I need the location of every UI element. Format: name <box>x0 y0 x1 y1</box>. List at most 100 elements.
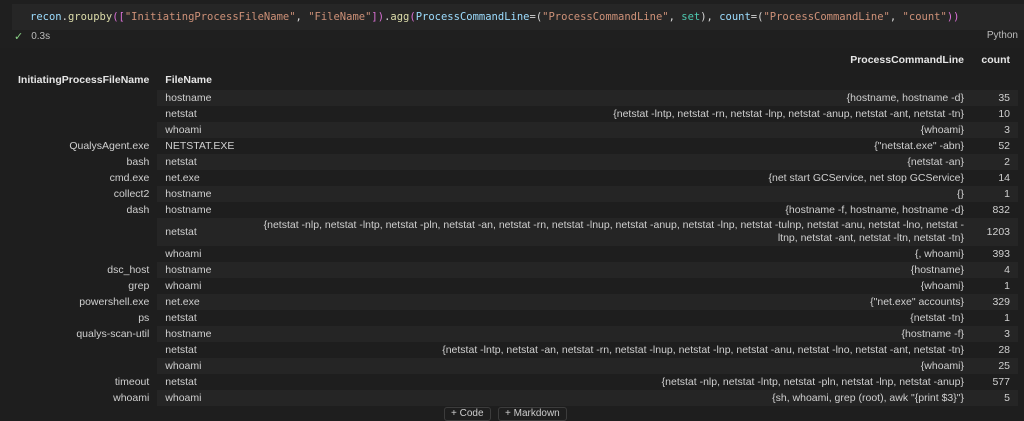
dataframe-table: ProcessCommandLine count InitiatingProce… <box>10 50 1018 406</box>
count-cell: 10 <box>998 107 1010 120</box>
index-level-1: whoami <box>165 391 202 404</box>
code-token: , <box>668 11 682 23</box>
language-label[interactable]: Python <box>987 30 1018 41</box>
count-cell: 832 <box>992 203 1010 216</box>
count-cell: 1 <box>1004 279 1010 292</box>
index-level-0: QualysAgent.exe <box>10 138 158 154</box>
process-command-line-cell: {sh, whoami, grep (root), awk "{print $3… <box>772 391 964 404</box>
table-row: ps netstat {netstat -tn} 1 <box>10 310 1018 326</box>
code-cell[interactable]: recon.groupby(["InitiatingProcessFileNam… <box>0 0 1024 48</box>
index-level-1: netstat <box>165 107 197 120</box>
index-level-0 <box>10 246 158 262</box>
add-code-button[interactable]: + Code <box>444 407 491 421</box>
code-token: agg <box>390 11 410 23</box>
count-cell: 25 <box>998 359 1010 372</box>
index-level-0: collect2 <box>10 186 158 202</box>
count-cell: 28 <box>998 343 1010 356</box>
index-level-0: dsc_host <box>10 262 158 278</box>
index-level-1: hostname <box>165 91 212 104</box>
index-level-0: dash <box>10 202 158 218</box>
index-level-1: netstat <box>165 155 197 168</box>
code-token: "ProcessCommandLine" <box>763 11 890 23</box>
count-cell: 1 <box>1004 187 1010 200</box>
code-line[interactable]: recon.groupby(["InitiatingProcessFileNam… <box>30 11 959 23</box>
table-body: hostname {hostname, hostname -d} 35 netstat… <box>10 90 1018 406</box>
count-cell: 1 <box>1004 311 1010 324</box>
code-token: groupby <box>67 11 113 23</box>
code-token: recon <box>30 11 62 23</box>
execution-time: 0.3s <box>31 30 51 42</box>
add-markdown-button[interactable]: + Markdown <box>498 407 567 421</box>
table-row: collect2 hostname {} 1 <box>10 186 1018 202</box>
index-level-0: grep <box>10 278 158 294</box>
index-level-0 <box>10 106 158 122</box>
index-level-0: bash <box>10 154 158 170</box>
code-token: "InitiatingProcessFileName" <box>124 11 296 23</box>
code-token: =( <box>750 11 764 23</box>
table-row: grep whoami {whoami} 1 <box>10 278 1018 294</box>
process-command-line-cell: {whoami} <box>920 123 964 136</box>
table-row: hostname {hostname, hostname -d} 35 <box>10 90 1018 106</box>
index-level-1: hostname <box>165 327 212 340</box>
index-name: FileName <box>165 74 212 86</box>
count-cell: 329 <box>992 295 1010 308</box>
table-row: whoami {whoami} 3 <box>10 122 1018 138</box>
table-row: qualys-scan-util hostname {hostname -f} 3 <box>10 326 1018 342</box>
code-token: "FileName" <box>308 11 372 23</box>
index-level-1: whoami <box>165 279 202 292</box>
code-token: ]) <box>371 11 385 23</box>
count-cell: 393 <box>992 247 1010 260</box>
process-command-line-cell: {netstat -tn} <box>910 311 964 324</box>
process-command-line-cell: {netstat -nlp, netstat -lntp, netstat -p… <box>661 375 964 388</box>
code-token: , <box>295 11 309 23</box>
table-row: whoami whoami {sh, whoami, grep (root), aw… <box>10 390 1018 406</box>
index-level-1: netstat <box>165 343 197 356</box>
check-icon: ✓ <box>14 30 24 43</box>
process-command-line-cell: {whoami} <box>920 279 964 292</box>
index-name-row: InitiatingProcessFileName FileName <box>10 70 1018 90</box>
index-level-0: qualys-scan-util <box>10 326 158 342</box>
process-command-line-cell: {, whoami} <box>914 247 964 260</box>
count-cell: 3 <box>1004 327 1010 340</box>
table-row: dsc_host hostname {hostname} 4 <box>10 262 1018 278</box>
index-level-0 <box>10 342 158 358</box>
table-row: netstat {netstat -lntp, netstat -an, nets… <box>10 342 1018 358</box>
index-level-0 <box>10 218 158 246</box>
process-command-line-cell: {whoami} <box>920 359 964 372</box>
code-token: count <box>719 11 751 23</box>
code-token: ([ <box>112 11 125 23</box>
code-token: "count" <box>902 11 947 23</box>
code-token: set <box>681 11 701 23</box>
table-row: netstat {netstat -lntp, netstat -rn, nets… <box>10 106 1018 122</box>
process-command-line-cell: {netstat -an} <box>907 155 964 168</box>
process-command-line-cell: {netstat -nlp, netstat -lntp, netstat -p… <box>263 219 964 244</box>
count-cell: 1203 <box>986 225 1010 238</box>
output-table-container: ProcessCommandLine count InitiatingProce… <box>10 50 1018 406</box>
column-header: count <box>981 54 1010 66</box>
index-level-1: net.exe <box>165 171 200 184</box>
table-row: cmd.exe net.exe {net start GCService, net … <box>10 170 1018 186</box>
index-level-0: timeout <box>10 374 158 390</box>
process-command-line-cell: {} <box>956 187 964 200</box>
count-cell: 14 <box>998 171 1010 184</box>
table-row: powershell.exe net.exe {"net.exe" accounts… <box>10 294 1018 310</box>
column-header-row: ProcessCommandLine count <box>10 50 1018 70</box>
column-header <box>10 50 157 70</box>
process-command-line-cell: {"netstat.exe" -abn} <box>874 139 964 152</box>
process-command-line-cell: {net start GCService, net stop GCService… <box>768 171 964 184</box>
index-level-0: powershell.exe <box>10 294 158 310</box>
index-level-1: netstat <box>165 375 197 388</box>
column-header: ProcessCommandLine <box>850 54 964 66</box>
process-command-line-cell: {hostname -f} <box>901 327 964 340</box>
index-level-0 <box>10 90 158 106</box>
index-level-0: whoami <box>10 390 158 406</box>
execution-status: ✓ 0.3s <box>14 29 50 43</box>
table-row: whoami {whoami} 25 <box>10 358 1018 374</box>
process-command-line-cell: {hostname -f, hostname, hostname -d} <box>785 203 964 216</box>
count-cell: 3 <box>1004 123 1010 136</box>
index-level-1: NETSTAT.EXE <box>165 139 235 152</box>
table-row: netstat {netstat -nlp, netstat -lntp, net… <box>10 218 1018 246</box>
count-cell: 4 <box>1004 263 1010 276</box>
count-cell: 577 <box>992 375 1010 388</box>
code-token: =( <box>529 11 543 23</box>
